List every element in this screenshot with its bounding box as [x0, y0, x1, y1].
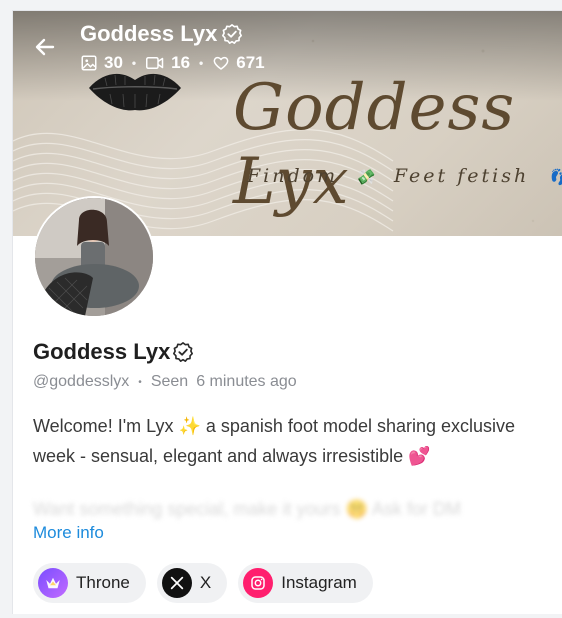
- avatar[interactable]: [33, 196, 155, 318]
- stats-separator: •: [131, 56, 137, 70]
- bio-line-2: week - sensual, elegant and always irres…: [33, 446, 431, 466]
- banner-subtitle-findom: Findom: [247, 165, 339, 187]
- header-title: Goddess Lyx: [80, 21, 243, 47]
- profile-bio: Welcome! I'm Lyx ✨ a spanish foot model …: [33, 411, 562, 471]
- instagram-label: Instagram: [281, 573, 357, 592]
- header-name-text: Goddess Lyx: [80, 21, 218, 46]
- throne-link[interactable]: Throne: [33, 563, 146, 603]
- x-link[interactable]: X: [156, 563, 228, 603]
- profile-page: Goddess Lyx Findom 💸 Feet fetish 👣 Godde…: [12, 10, 562, 614]
- money-emoji-icon: 💸: [355, 168, 377, 186]
- banner-script-title: Goddess Lyx: [233, 71, 516, 219]
- footprints-emoji-icon: 👣: [548, 168, 562, 186]
- instagram-icon: [243, 568, 274, 598]
- banner-subtitle: Findom 💸 Feet fetish 👣: [247, 165, 562, 187]
- videos-stat: 16: [145, 53, 190, 73]
- profile-name: Goddess Lyx: [33, 339, 194, 365]
- likes-count: 671: [236, 53, 265, 72]
- verified-badge-icon: [173, 342, 194, 362]
- more-info-link[interactable]: More info: [33, 523, 104, 543]
- profile-meta: @goddesslyx • Seen 6 minutes ago: [33, 373, 297, 391]
- back-button[interactable]: [31, 33, 59, 61]
- verified-badge-icon: [222, 24, 243, 44]
- meta-separator: •: [138, 376, 142, 388]
- avatar-photo: [35, 198, 153, 316]
- stats-separator: •: [199, 56, 204, 70]
- banner-subtitle-feet: Feet fetish: [393, 165, 530, 187]
- image-icon: [81, 55, 97, 71]
- x-label: X: [199, 573, 212, 592]
- video-icon: [146, 57, 164, 69]
- lips-print-icon: [89, 73, 181, 111]
- bio-line-1: Welcome! I'm Lyx ✨ a spanish foot model …: [33, 416, 516, 436]
- seen-label: Seen: [150, 373, 189, 390]
- throne-icon: [38, 568, 68, 598]
- profile-name-text: Goddess Lyx: [33, 339, 171, 364]
- header-stats: 30 • 16 • 671: [80, 53, 265, 73]
- bio-faded-text: Want something special, make it yours 🤫 …: [33, 499, 461, 519]
- arrow-left-icon: [35, 38, 55, 56]
- videos-count: 16: [171, 53, 191, 72]
- photos-stat: 30: [80, 53, 123, 73]
- profile-handle: @goddesslyx: [33, 373, 130, 390]
- heart-icon: [213, 56, 229, 70]
- instagram-link[interactable]: Instagram: [238, 563, 373, 603]
- photos-count: 30: [104, 53, 123, 72]
- x-icon: [161, 568, 192, 598]
- social-links: Throne X Instagram: [33, 563, 373, 603]
- throne-label: Throne: [76, 573, 130, 592]
- seen-time: 6 minutes ago: [196, 373, 297, 390]
- likes-stat: 671: [212, 53, 265, 73]
